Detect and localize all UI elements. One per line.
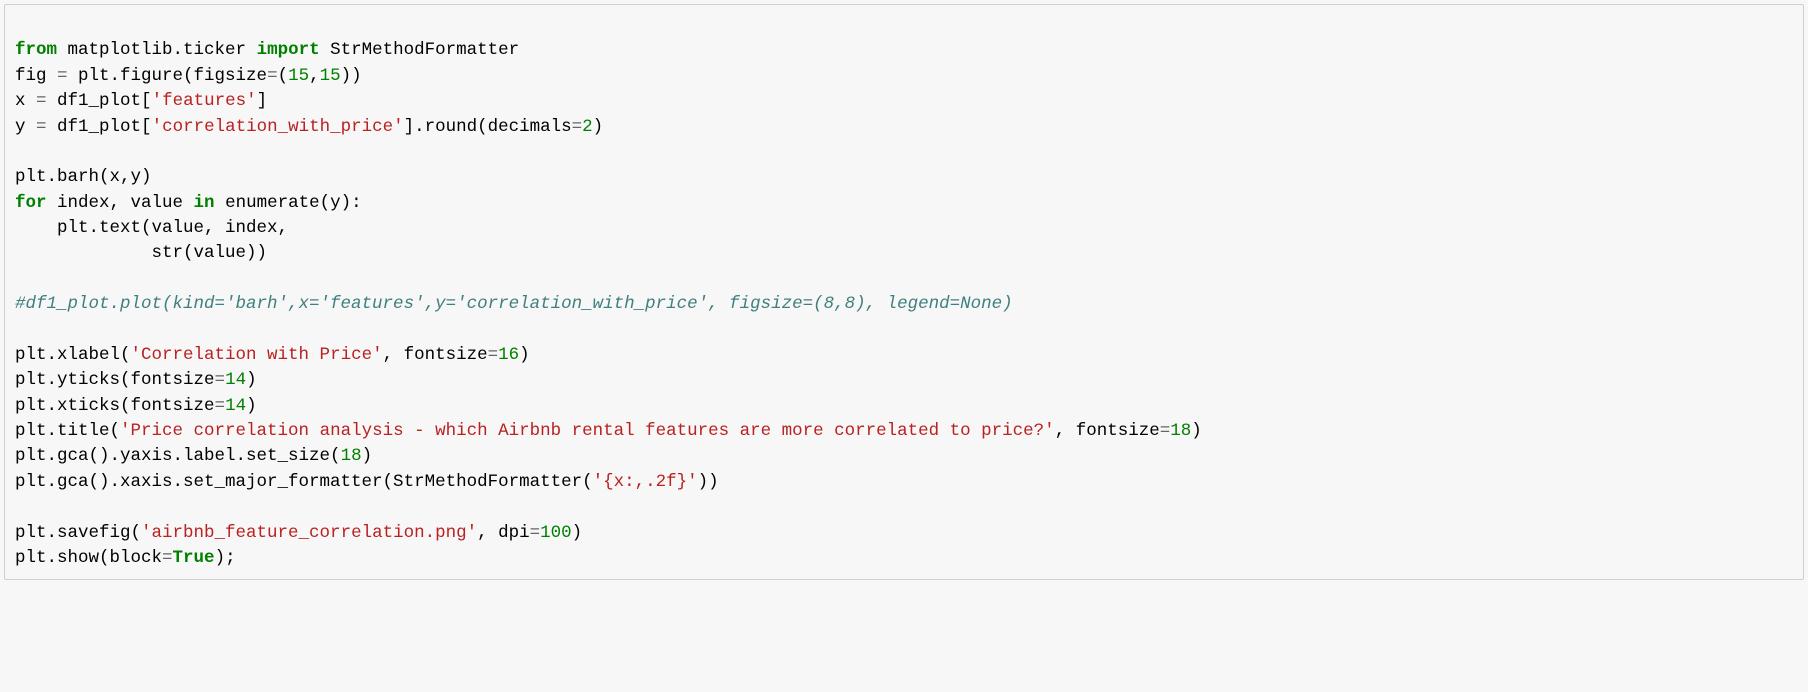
- code-line-5: [15, 142, 26, 162]
- keyword-import: import: [257, 40, 320, 60]
- code-line-2: fig = plt.figure(figsize=(15,15)): [15, 66, 362, 86]
- code-line-15: plt.xticks(fontsize=14): [15, 396, 257, 416]
- code-line-13: plt.xlabel('Correlation with Price', fon…: [15, 345, 530, 365]
- code-line-21: plt.show(block=True);: [15, 548, 236, 568]
- code-line-3: x = df1_plot['features']: [15, 91, 267, 111]
- keyword-for: for: [15, 193, 47, 213]
- keyword-from: from: [15, 40, 57, 60]
- code-line-14: plt.yticks(fontsize=14): [15, 370, 257, 390]
- code-line-17: plt.gca().yaxis.label.set_size(18): [15, 446, 372, 466]
- code-line-4: y = df1_plot['correlation_with_price'].r…: [15, 117, 603, 137]
- code-line-7: for index, value in enumerate(y):: [15, 193, 362, 213]
- code-line-8: plt.text(value, index,: [15, 218, 288, 238]
- bool-true: True: [173, 548, 215, 568]
- code-line-16: plt.title('Price correlation analysis - …: [15, 421, 1202, 441]
- code-line-20: plt.savefig('airbnb_feature_correlation.…: [15, 523, 582, 543]
- code-line-6: plt.barh(x,y): [15, 167, 152, 187]
- code-line-11: #df1_plot.plot(kind='barh',x='features',…: [15, 294, 1013, 314]
- code-line-12: [15, 320, 26, 340]
- code-line-10: [15, 269, 26, 289]
- code-line-1: from matplotlib.ticker import StrMethodF…: [15, 40, 519, 60]
- code-line-19: [15, 497, 26, 517]
- code-cell: from matplotlib.ticker import StrMethodF…: [4, 4, 1804, 580]
- code-line-9: str(value)): [15, 243, 267, 263]
- keyword-in: in: [194, 193, 215, 213]
- code-line-18: plt.gca().xaxis.set_major_formatter(StrM…: [15, 472, 719, 492]
- comment: #df1_plot.plot(kind='barh',x='features',…: [15, 294, 1013, 314]
